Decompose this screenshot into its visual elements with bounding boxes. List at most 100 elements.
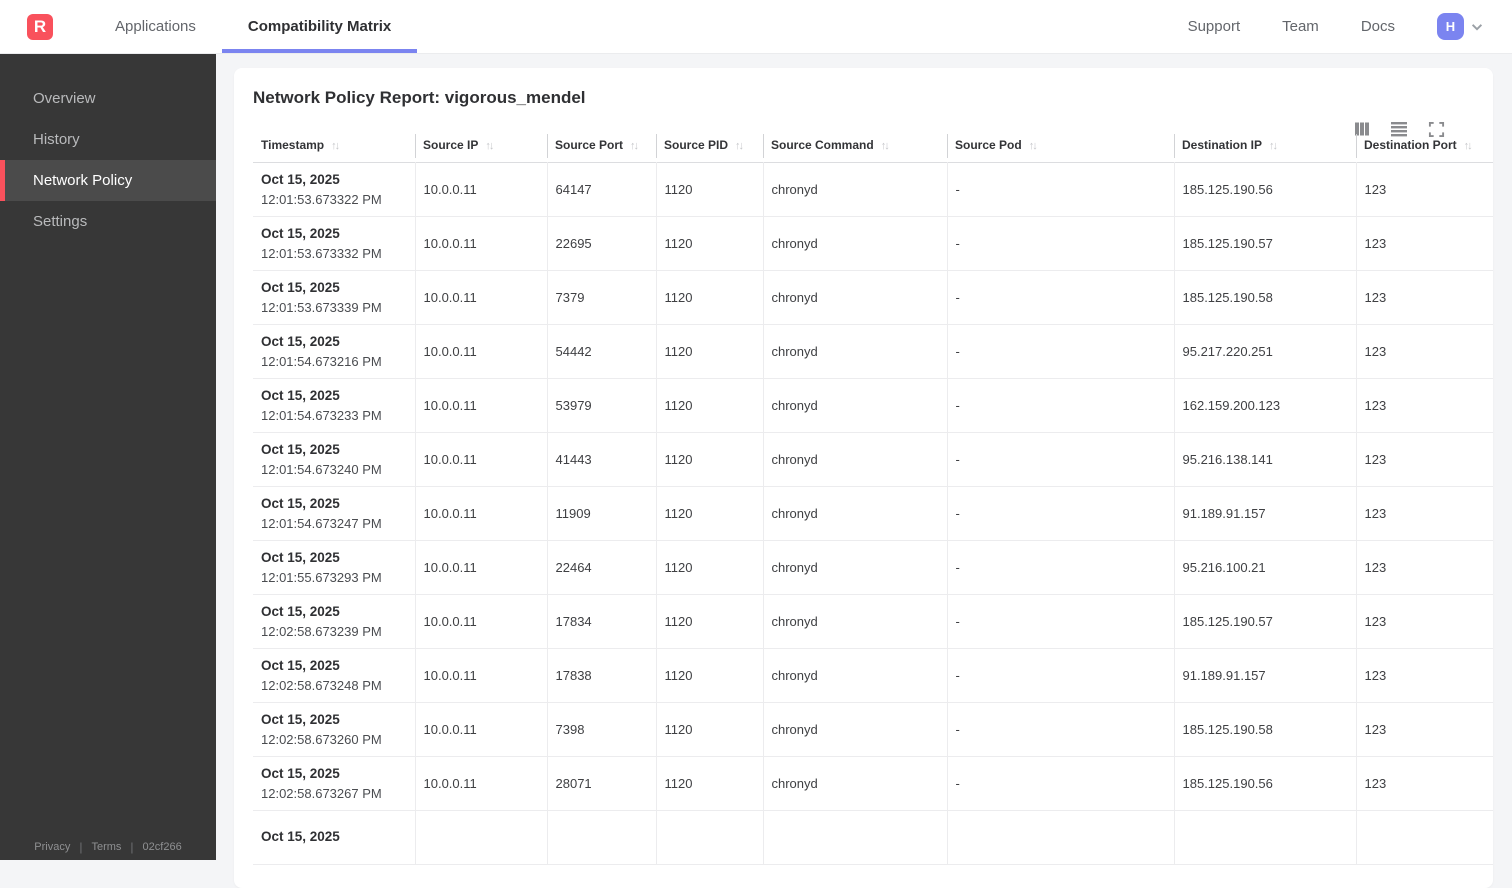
cell-source_pid: 1120 [655, 702, 763, 757]
sidebar-item-history[interactable]: History [0, 119, 216, 160]
cell-source_port: 22695 [546, 216, 656, 271]
cell-dest_port: 123 [1355, 540, 1493, 595]
table-header-row: Timestamp ↑↓ Source IP ↑↓ Source Port ↑↓ Sourc… [253, 134, 1493, 162]
table-row[interactable]: Oct 15, 2025 12:02:58.673239 PM 10.0.0.11 1… [253, 594, 1493, 649]
timestamp-time: 12:01:53.673322 PM [261, 191, 382, 207]
cell-source_pod: - [946, 702, 1174, 757]
table-row[interactable]: Oct 15, 2025 12:01:54.673247 PM 10.0.0.11 1… [253, 486, 1493, 541]
cell-dest_ip: 185.125.190.56 [1173, 162, 1356, 217]
app-logo[interactable]: R [27, 13, 53, 40]
privacy-link[interactable]: Privacy [34, 841, 70, 853]
table-row[interactable]: Oct 15, 2025 12:01:53.673332 PM 10.0.0.11 2… [253, 216, 1493, 271]
table-row[interactable]: Oct 15, 2025 12:01:55.673293 PM 10.0.0.11 2… [253, 540, 1493, 595]
cell-source_port: 53979 [546, 378, 656, 433]
cell-source_pid: 1120 [655, 162, 763, 217]
cell-source_port: 54442 [546, 324, 656, 379]
table-row[interactable]: Oct 15, 2025 [253, 810, 1493, 865]
cell-source_pid: 1120 [655, 540, 763, 595]
column-header-source_ip[interactable]: Source IP ↑↓ [415, 134, 547, 162]
timestamp-date: Oct 15, 2025 [261, 657, 340, 673]
sidebar: Overview History Network Policy Settings Pr… [0, 54, 216, 860]
cell-source_command [762, 810, 947, 865]
top-link-team[interactable]: Team [1282, 18, 1319, 35]
timestamp-time: 12:02:58.673260 PM [261, 731, 382, 747]
cell-source_port: 11909 [546, 486, 656, 541]
sort-icon[interactable]: ↑↓ [1029, 140, 1038, 152]
column-header-source_pod[interactable]: Source Pod ↑↓ [947, 134, 1174, 162]
table-row[interactable]: Oct 15, 2025 12:01:54.673216 PM 10.0.0.11 5… [253, 324, 1493, 379]
cell-dest_ip [1173, 810, 1356, 865]
cell-source_command: chronyd [762, 270, 947, 325]
sidebar-item-overview[interactable]: Overview [0, 78, 216, 119]
cell-source_command: chronyd [762, 594, 947, 649]
cell-timestamp: Oct 15, 2025 12:01:54.673233 PM [253, 378, 415, 433]
table-row[interactable]: Oct 15, 2025 12:02:58.673267 PM 10.0.0.11 2… [253, 756, 1493, 811]
terms-link[interactable]: Terms [91, 841, 121, 853]
cell-source_ip: 10.0.0.11 [414, 648, 547, 703]
tab-compatibility-matrix[interactable]: Compatibility Matrix [221, 0, 418, 53]
cell-source_pid: 1120 [655, 216, 763, 271]
cell-source_pod: - [946, 594, 1174, 649]
cell-source_port [546, 810, 656, 865]
table-row[interactable]: Oct 15, 2025 12:01:54.673240 PM 10.0.0.11 4… [253, 432, 1493, 487]
timestamp-time: 12:01:54.673216 PM [261, 353, 382, 369]
sort-icon[interactable]: ↑↓ [331, 140, 340, 152]
tab-applications[interactable]: Applications [89, 0, 222, 53]
column-header-dest_port[interactable]: Destination Port ↑↓ [1356, 134, 1493, 162]
chevron-down-icon[interactable] [1470, 20, 1484, 34]
cell-source_ip: 10.0.0.11 [414, 756, 547, 811]
sort-icon[interactable]: ↑↓ [630, 140, 639, 152]
topbar: R Applications Compatibility Matrix Suppo… [0, 0, 1512, 54]
table-row[interactable]: Oct 15, 2025 12:02:58.673248 PM 10.0.0.11 1… [253, 648, 1493, 703]
sort-icon[interactable]: ↑↓ [1464, 140, 1473, 152]
cell-dest_ip: 185.125.190.58 [1173, 702, 1356, 757]
sort-icon[interactable]: ↑↓ [485, 140, 494, 152]
sidebar-item-settings[interactable]: Settings [0, 201, 216, 242]
column-header-source_port[interactable]: Source Port ↑↓ [547, 134, 656, 162]
cell-dest_ip: 95.216.138.141 [1173, 432, 1356, 487]
main-area: Network Policy Report: vigorous_mendel T… [216, 54, 1512, 888]
cell-source_command: chronyd [762, 540, 947, 595]
table-row[interactable]: Oct 15, 2025 12:01:54.673233 PM 10.0.0.11 5… [253, 378, 1493, 433]
page-title: Network Policy Report: vigorous_mendel [253, 88, 586, 107]
cell-source_ip: 10.0.0.11 [414, 324, 547, 379]
cell-source_ip: 10.0.0.11 [414, 486, 547, 541]
cell-source_pid: 1120 [655, 756, 763, 811]
timestamp-time: 12:01:54.673247 PM [261, 515, 382, 531]
table-row[interactable]: Oct 15, 2025 12:01:53.673322 PM 10.0.0.11 6… [253, 162, 1493, 217]
sort-icon[interactable]: ↑↓ [735, 140, 744, 152]
top-link-docs[interactable]: Docs [1361, 18, 1395, 35]
cell-source_port: 41443 [546, 432, 656, 487]
timestamp-date: Oct 15, 2025 [261, 829, 340, 844]
cell-timestamp: Oct 15, 2025 12:01:54.673247 PM [253, 486, 415, 541]
timestamp-time: 12:01:53.673332 PM [261, 245, 382, 261]
column-header-source_pid[interactable]: Source PID ↑↓ [656, 134, 763, 162]
column-header-source_command[interactable]: Source Command ↑↓ [763, 134, 947, 162]
sort-icon[interactable]: ↑↓ [881, 140, 890, 152]
cell-source_pid: 1120 [655, 324, 763, 379]
top-link-support[interactable]: Support [1188, 18, 1241, 35]
cell-source_pod: - [946, 432, 1174, 487]
column-header-dest_ip[interactable]: Destination IP ↑↓ [1174, 134, 1356, 162]
column-header-timestamp[interactable]: Timestamp ↑↓ [253, 134, 415, 162]
cell-source_pod: - [946, 756, 1174, 811]
timestamp-date: Oct 15, 2025 [261, 711, 340, 727]
cell-source_ip: 10.0.0.11 [414, 702, 547, 757]
timestamp-date: Oct 15, 2025 [261, 549, 340, 565]
avatar[interactable]: H [1437, 13, 1464, 40]
sort-icon[interactable]: ↑↓ [1269, 140, 1278, 152]
sidebar-item-network-policy[interactable]: Network Policy [0, 160, 216, 201]
timestamp-date: Oct 15, 2025 [261, 495, 340, 511]
cell-dest_port: 123 [1355, 216, 1493, 271]
cell-source_ip: 10.0.0.11 [414, 270, 547, 325]
sidebar-footer: Privacy | Terms | 02cf266 [0, 840, 216, 854]
cell-source_ip: 10.0.0.11 [414, 216, 547, 271]
table-row[interactable]: Oct 15, 2025 12:02:58.673260 PM 10.0.0.11 7… [253, 702, 1493, 757]
cell-source_port: 22464 [546, 540, 656, 595]
cell-source_command: chronyd [762, 756, 947, 811]
cell-dest_ip: 91.189.91.157 [1173, 648, 1356, 703]
user-menu[interactable]: H [1437, 13, 1484, 40]
timestamp-time: 12:01:54.673240 PM [261, 461, 382, 477]
cell-dest_ip: 95.217.220.251 [1173, 324, 1356, 379]
table-row[interactable]: Oct 15, 2025 12:01:53.673339 PM 10.0.0.11 7… [253, 270, 1493, 325]
